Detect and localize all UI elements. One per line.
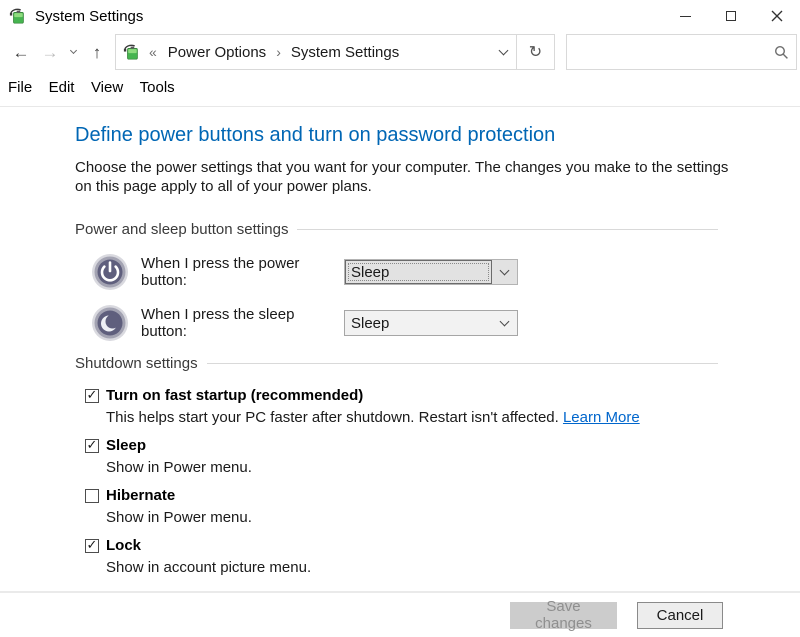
- search-button[interactable]: [766, 45, 796, 60]
- close-button[interactable]: [754, 0, 800, 32]
- minimize-icon: [679, 15, 691, 17]
- back-button[interactable]: ←: [6, 34, 36, 70]
- close-icon: [771, 10, 783, 22]
- navigation-bar: ← → ↑ « Power Options › System Settings: [0, 32, 800, 72]
- menu-view[interactable]: View: [87, 79, 131, 96]
- power-button-label: When I press the power button:: [141, 255, 300, 289]
- combo-dropdown-button[interactable]: [492, 260, 517, 284]
- chevron-down-icon: [498, 45, 508, 55]
- back-icon: ←: [12, 42, 30, 62]
- menu-edit[interactable]: Edit: [45, 79, 83, 96]
- shutdown-options: ✓ Turn on fast startup (recommended) Thi…: [75, 387, 800, 576]
- power-button-selected-value: Sleep: [345, 260, 492, 284]
- fast-startup-description: This helps start your PC faster after sh…: [106, 409, 800, 426]
- save-changes-button[interactable]: Save changes: [510, 598, 617, 632]
- search-box: [566, 34, 797, 70]
- power-button-row: When I press the power button: Sleep: [91, 253, 800, 291]
- sleep-checkbox[interactable]: ✓: [85, 438, 99, 453]
- lock-label: Lock: [106, 537, 142, 554]
- power-button-select[interactable]: Sleep: [344, 259, 518, 285]
- up-icon: ↑: [92, 42, 102, 62]
- shutdown-section-header: Shutdown settings: [75, 355, 718, 372]
- fast-startup-label: Turn on fast startup (recommended): [106, 387, 364, 404]
- up-button[interactable]: ↑: [82, 34, 112, 70]
- fast-startup-description-text: This helps start your PC faster after sh…: [106, 409, 563, 426]
- search-icon: [774, 45, 788, 59]
- address-dropdown-button[interactable]: [490, 35, 516, 69]
- section-title: Power and sleep button settings: [75, 221, 289, 238]
- minimize-button[interactable]: [662, 0, 708, 32]
- footer: Save changes Cancel: [0, 591, 800, 637]
- window-controls: [662, 0, 800, 32]
- hibernate-description: Show in Power menu.: [106, 509, 252, 526]
- forward-icon: →: [41, 42, 59, 62]
- page-title: Define power buttons and turn on passwor…: [75, 124, 556, 146]
- window-title: System Settings: [35, 7, 144, 25]
- lock-checkbox[interactable]: ✓: [85, 538, 99, 553]
- recent-pages-button[interactable]: [64, 34, 82, 70]
- fast-startup-checkbox[interactable]: ✓: [85, 388, 99, 403]
- power-button-icon: [92, 254, 128, 290]
- learn-more-link[interactable]: Learn More: [563, 409, 640, 426]
- breadcrumb-overflow-icon[interactable]: «: [149, 44, 157, 60]
- maximize-icon: [726, 11, 736, 21]
- fast-startup-option: ✓ Turn on fast startup (recommended) Thi…: [85, 387, 800, 426]
- sleep-button-select[interactable]: Sleep: [344, 310, 518, 336]
- intro-text: Choose the power settings that you want …: [75, 159, 729, 195]
- address-bar[interactable]: « Power Options › System Settings ↻: [115, 34, 555, 70]
- forward-button[interactable]: →: [36, 34, 64, 70]
- sleep-label: Sleep: [106, 437, 147, 454]
- chevron-down-icon: [499, 265, 510, 275]
- sleep-description: Show in Power menu.: [106, 459, 252, 476]
- power-button-section-header: Power and sleep button settings: [75, 221, 718, 238]
- maximize-button[interactable]: [708, 0, 754, 32]
- breadcrumb-power-options[interactable]: Power Options: [164, 42, 270, 63]
- section-divider: [297, 229, 718, 230]
- cancel-button[interactable]: Cancel: [637, 601, 723, 629]
- search-input[interactable]: [567, 35, 766, 69]
- title-bar: System Settings: [0, 0, 800, 32]
- chevron-down-icon: [69, 46, 77, 54]
- main-content: Define power buttons and turn on passwor…: [0, 107, 800, 591]
- combo-dropdown-button[interactable]: [492, 311, 517, 335]
- menu-file[interactable]: File: [4, 79, 40, 96]
- section-divider: [206, 363, 718, 364]
- power-options-icon-small: [123, 44, 138, 60]
- refresh-button[interactable]: ↻: [517, 35, 554, 69]
- hibernate-option: Hibernate Show in Power menu.: [85, 487, 800, 526]
- lock-option: ✓ Lock Show in account picture menu.: [85, 537, 800, 576]
- sleep-button-label: When I press the sleep button:: [141, 306, 295, 340]
- system-settings-window: System Settings ← → ↑ « Power Options › …: [0, 0, 800, 637]
- sleep-option: ✓ Sleep Show in Power menu.: [85, 437, 800, 476]
- menu-bar: File Edit View Tools: [0, 72, 800, 107]
- hibernate-label: Hibernate: [106, 487, 176, 504]
- power-options-icon: [9, 8, 24, 24]
- refresh-icon: ↻: [528, 44, 543, 61]
- breadcrumb-separator-icon[interactable]: ›: [270, 44, 287, 60]
- breadcrumb-system-settings[interactable]: System Settings: [287, 42, 403, 63]
- section-title: Shutdown settings: [75, 355, 198, 372]
- sleep-button-icon: [92, 305, 128, 341]
- sleep-button-selected-value: Sleep: [351, 314, 390, 332]
- lock-description: Show in account picture menu.: [106, 559, 312, 576]
- sleep-button-row: When I press the sleep button: Sleep: [91, 304, 800, 342]
- menu-tools[interactable]: Tools: [136, 79, 183, 96]
- hibernate-checkbox[interactable]: [85, 488, 99, 503]
- chevron-down-icon: [499, 316, 510, 326]
